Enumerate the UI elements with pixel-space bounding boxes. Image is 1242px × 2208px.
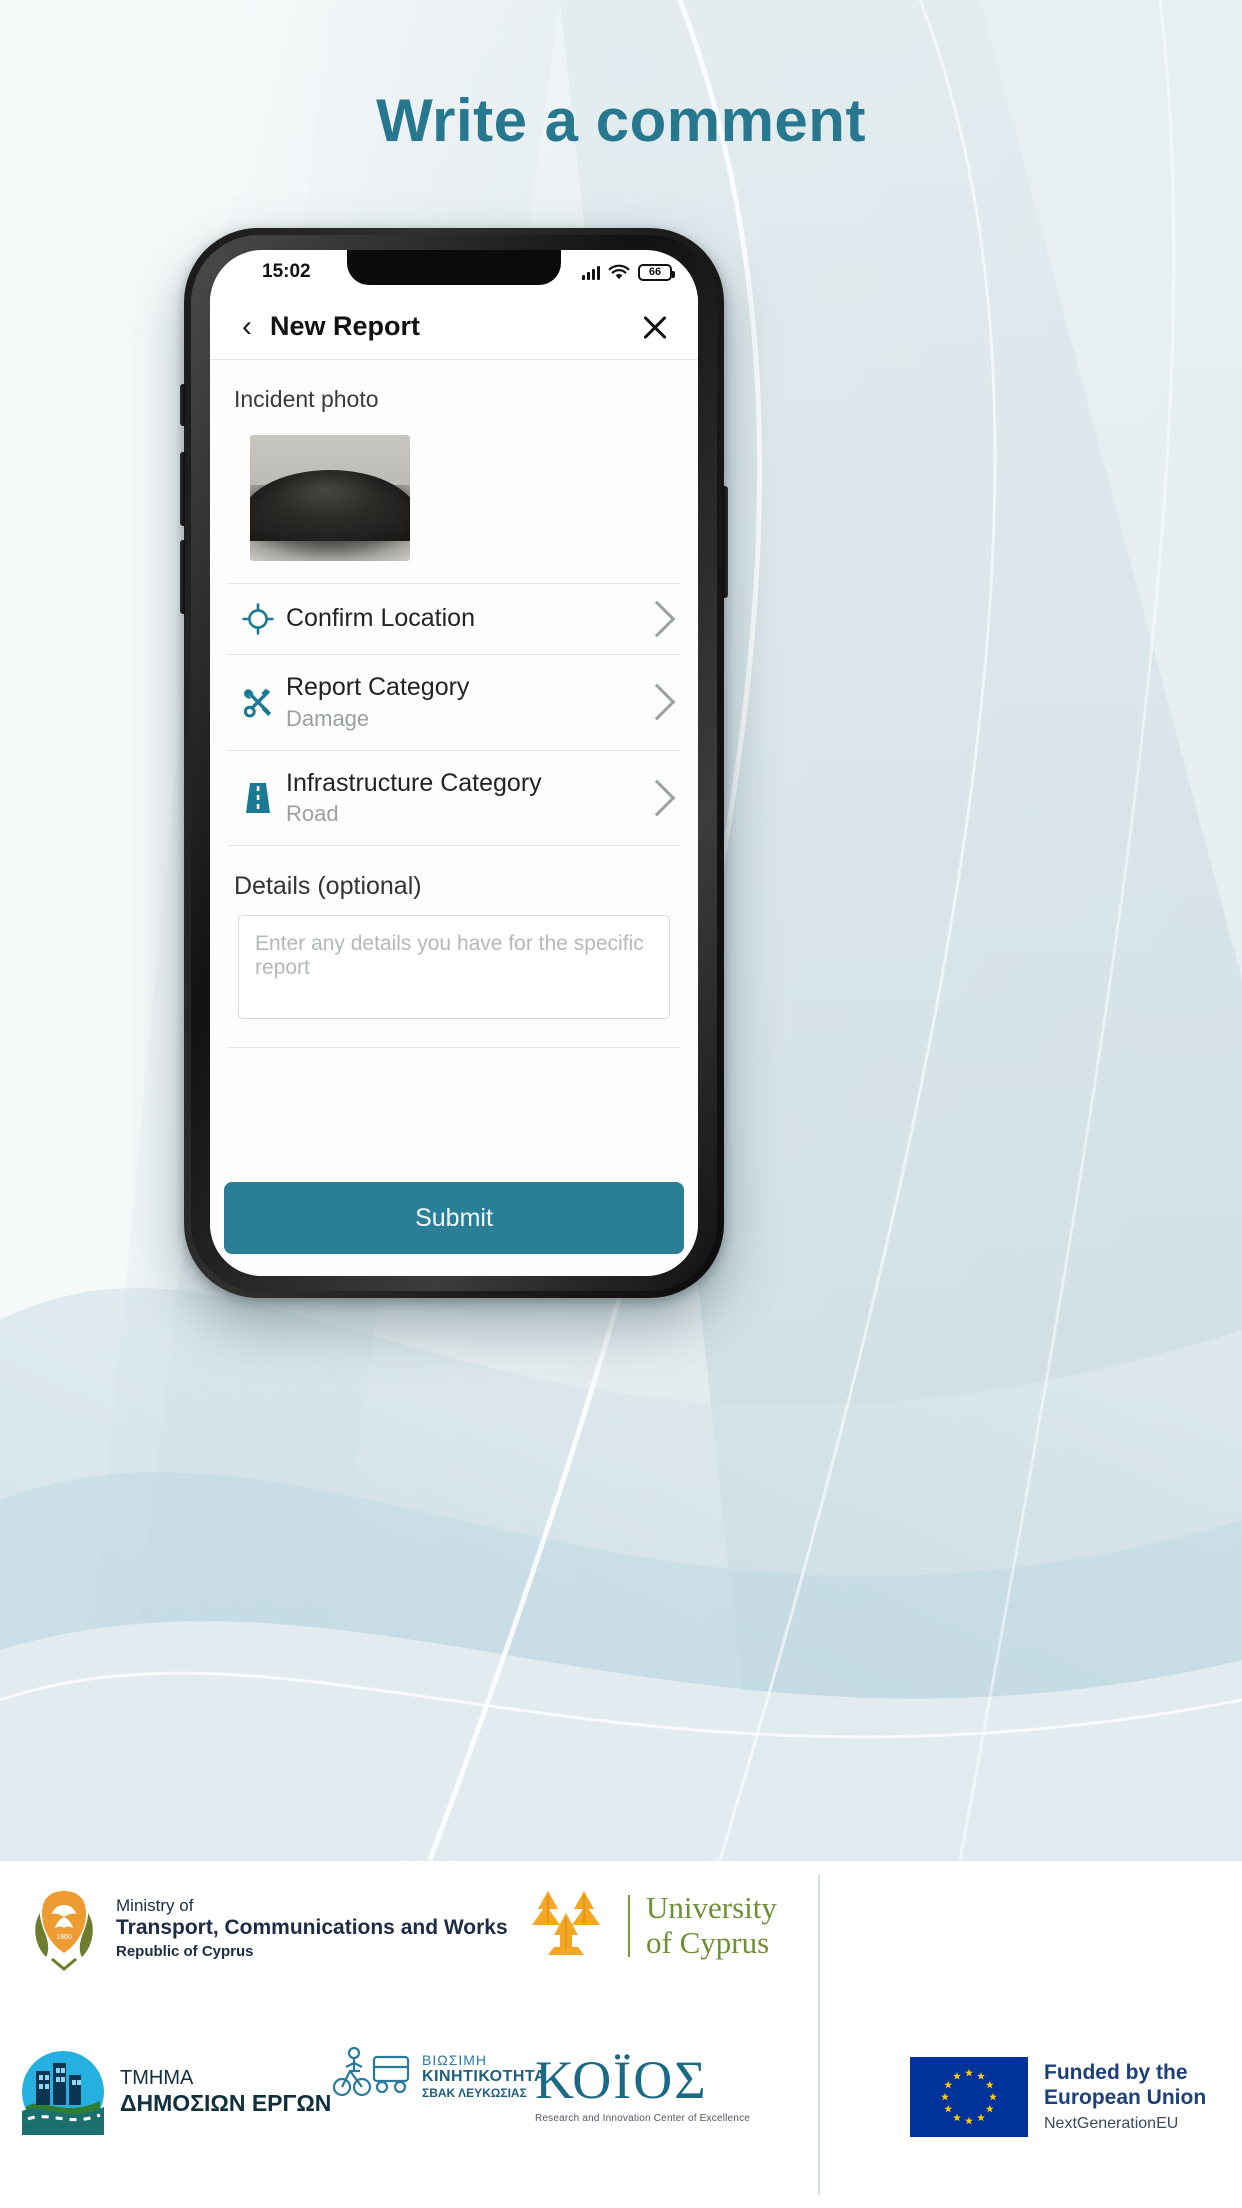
incident-photo-container[interactable] bbox=[210, 413, 698, 583]
row-confirm-location[interactable]: Confirm Location bbox=[210, 584, 698, 654]
row-text: Confirm Location bbox=[280, 604, 644, 634]
logo-koios: ΚΟΪΟΣ Research and Innovation Center of … bbox=[535, 2049, 750, 2124]
page-title: Write a comment bbox=[376, 87, 866, 154]
phone-notch bbox=[347, 250, 561, 285]
ministry-line1: Ministry of bbox=[116, 1895, 194, 1915]
row-report-category[interactable]: Report Category Damage bbox=[210, 655, 698, 750]
divider bbox=[228, 1047, 680, 1048]
eu-line3: NextGenerationEU bbox=[1044, 2114, 1179, 2132]
status-icons: 66 bbox=[582, 263, 675, 281]
ministry-line3: Republic of Cyprus bbox=[116, 1943, 254, 1961]
logo-text: ΤΜΗΜΑ ΔΗΜΟΣΙΩΝ ΕΡΓΩΝ bbox=[120, 2067, 331, 2117]
koios-subtitle: Research and Innovation Center of Excell… bbox=[535, 2113, 751, 2124]
ministry-line2: Transport, Communications and Works bbox=[116, 1915, 508, 1939]
logo-text: Funded by the European Union NextGenerat… bbox=[1044, 2061, 1206, 2133]
screen-content: Incident photo Confirm Location Report C… bbox=[210, 360, 698, 1276]
logo-text: ΒΙΩΣΙΜΗ ΚΙΝΗΤΙΚΟΤΗΤΑ ΣΒΑΚ ΛΕΥΚΩΣΙΑΣ bbox=[422, 2052, 546, 2100]
phone-mockup: 15:02 66 ‹ New Report Incident photo Con… bbox=[180, 228, 728, 1298]
phone-volume-up-button[interactable] bbox=[180, 452, 185, 526]
sbak-line3: ΣΒΑΚ ΛΕΥΚΩΣΙΑΣ bbox=[422, 2086, 527, 2100]
chevron-right-icon bbox=[638, 779, 676, 817]
logo-public-works-department: ΤΜΗΜΑ ΔΗΜΟΣΙΩΝ ΕΡΓΩΝ bbox=[20, 2049, 331, 2135]
details-input[interactable]: Enter any details you have for the speci… bbox=[238, 915, 670, 1019]
details-label: Details (optional) bbox=[234, 872, 422, 900]
chevron-right-icon bbox=[638, 600, 676, 638]
sustainable-mobility-icon bbox=[332, 2046, 410, 2097]
chevron-right-icon bbox=[638, 683, 676, 721]
dept-line1: ΤΜΗΜΑ bbox=[120, 2067, 194, 2089]
battery-level-label: 66 bbox=[648, 266, 662, 278]
eu-flag-icon bbox=[910, 2057, 1028, 2137]
crosshair-location-icon bbox=[236, 602, 280, 636]
ucy-line2: of Cyprus bbox=[646, 1925, 770, 1960]
sbak-line1: ΒΙΩΣΙΜΗ bbox=[422, 2052, 488, 2068]
row-title: Infrastructure Category bbox=[286, 768, 542, 797]
phone-screen: 15:02 66 ‹ New Report Incident photo Con… bbox=[210, 250, 698, 1276]
incident-photo-thumbnail[interactable] bbox=[250, 435, 410, 561]
svg-text:1960: 1960 bbox=[56, 1934, 72, 1941]
app-navigation-bar: ‹ New Report bbox=[210, 294, 698, 360]
row-subtitle: Road bbox=[286, 801, 339, 826]
logo-text: ΚΟΪΟΣ Research and Innovation Center of … bbox=[535, 2049, 750, 2124]
logo-funded-by-eu: Funded by the European Union NextGenerat… bbox=[910, 2057, 1206, 2137]
close-icon[interactable] bbox=[638, 310, 672, 344]
row-text: Report Category Damage bbox=[280, 673, 644, 732]
cyprus-coat-of-arms-icon: 1960 bbox=[35, 1891, 93, 1971]
signal-bars-icon bbox=[582, 265, 600, 280]
tools-wrench-screwdriver-icon bbox=[236, 684, 280, 720]
back-chevron-icon[interactable]: ‹ bbox=[232, 308, 262, 346]
phone-power-button[interactable] bbox=[723, 486, 728, 598]
submit-button[interactable]: Submit bbox=[224, 1182, 684, 1254]
phone-volume-down-button[interactable] bbox=[180, 540, 185, 614]
screen-title: New Report bbox=[270, 311, 421, 341]
footer-divider bbox=[818, 1875, 820, 2195]
eu-line2: European Union bbox=[1044, 2086, 1207, 2109]
row-title: Report Category bbox=[286, 673, 470, 701]
row-infrastructure-category[interactable]: Infrastructure Category Road bbox=[210, 750, 698, 845]
submit-area: Submit bbox=[210, 1182, 698, 1276]
wifi-icon bbox=[608, 264, 630, 279]
logo-university-of-cyprus: University of Cyprus bbox=[520, 1887, 777, 1965]
phone-mute-switch[interactable] bbox=[180, 384, 185, 426]
status-time: 15:02 bbox=[262, 261, 311, 282]
sbak-line2: ΚΙΝΗΤΙΚΟΤΗΤΑ bbox=[422, 2068, 547, 2085]
ucy-line1: University bbox=[646, 1890, 777, 1926]
incident-photo-label: Incident photo bbox=[234, 386, 379, 412]
logo-text: University of Cyprus bbox=[646, 1891, 777, 1960]
public-works-department-icon bbox=[22, 2051, 104, 2135]
ucy-tree-icon bbox=[532, 1891, 600, 1955]
row-text: Infrastructure Category Road bbox=[280, 769, 644, 828]
battery-icon: 66 bbox=[638, 263, 675, 281]
divider bbox=[628, 1895, 630, 1957]
row-subtitle: Damage bbox=[286, 705, 370, 731]
footer-logo-bar: 1960 Ministry of Transport, Communicatio… bbox=[0, 1860, 1242, 2208]
dept-line2: ΔΗΜΟΣΙΩΝ ΕΡΓΩΝ bbox=[120, 2090, 332, 2116]
logo-ministry-transport: 1960 Ministry of Transport, Communicatio… bbox=[26, 1883, 508, 1973]
road-icon bbox=[236, 780, 280, 816]
logo-text: Ministry of Transport, Communications an… bbox=[116, 1896, 508, 1960]
row-title: Confirm Location bbox=[286, 604, 475, 633]
koios-brand: ΚΟΪΟΣ bbox=[535, 2050, 708, 2110]
logo-sustainable-mobility: ΒΙΩΣΙΜΗ ΚΙΝΗΤΙΚΟΤΗΤΑ ΣΒΑΚ ΛΕΥΚΩΣΙΑΣ bbox=[330, 2041, 546, 2111]
eu-line1: Funded by the bbox=[1044, 2061, 1188, 2085]
